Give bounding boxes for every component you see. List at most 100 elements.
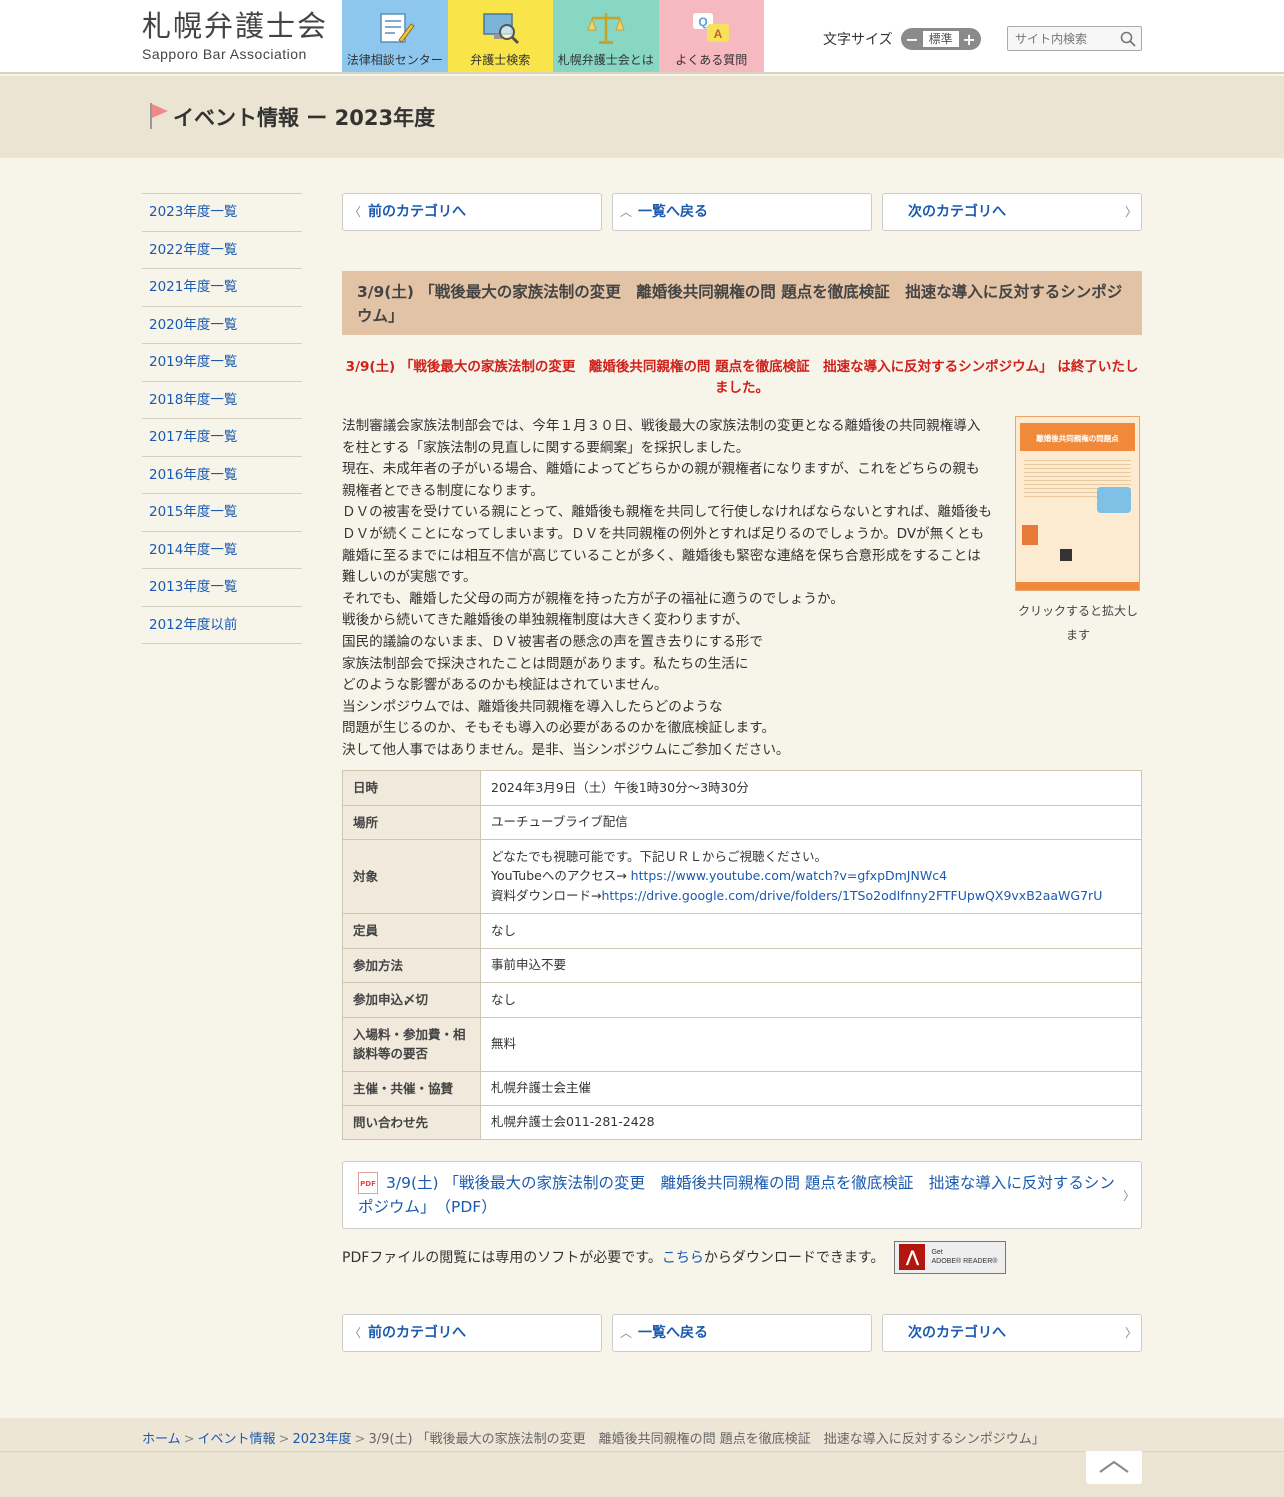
download-line: 資料ダウンロード→https://drive.google.com/drive/…: [491, 886, 1131, 906]
pdf-note-prefix: PDFファイルの閲覧には専用のソフトが必要です。: [342, 1250, 662, 1266]
monitor-search-icon: [483, 13, 520, 45]
sidebar-item-2014[interactable]: 2014年度一覧: [142, 532, 302, 569]
fee-label: 入場料・参加費・相談料等の要否: [342, 1016, 481, 1072]
pdf-download-link[interactable]: PDF 3/9(土) 「戦後最大の家族法制の変更 離婚後共同親権の問 題点を徹底検…: [342, 1160, 1142, 1229]
site-header: 札幌弁護士会 Sapporo Bar Association 法律相談センター …: [0, 0, 1284, 74]
next-category-button[interactable]: 次のカテゴリへ: [882, 193, 1142, 231]
page-title: イベント情報 ー 2023年度: [173, 106, 436, 130]
font-size-switcher: − 標準 +: [900, 28, 981, 50]
breadcrumb: ホーム > イベント情報 >2023年度 >3/9(土) 「戦後最大の家族法制の変更 離…: [142, 1428, 1045, 1447]
nav-legal-consultation[interactable]: 法律相談センター: [342, 0, 448, 72]
nav-about-association[interactable]: 札幌弁護士会とは: [553, 0, 659, 72]
date-value: 2024年3月9日（土）午後1時30分〜3時30分: [480, 769, 1142, 806]
font-size-control: 文字サイズ − 標準 +: [823, 28, 981, 50]
qa-bubble-icon: Q A: [693, 13, 730, 42]
contact-label: 問い合わせ先: [342, 1104, 481, 1140]
sidebar-item-2016[interactable]: 2016年度一覧: [142, 457, 302, 494]
body-paragraph: 当シンポジウムでは、離婚後共同親権を導入したらどのような: [342, 698, 723, 715]
table-row: 参加方法 事前申込不要: [342, 947, 1142, 983]
breadcrumb-separator: >: [354, 1432, 366, 1447]
nav-faq[interactable]: Q A よくある質問: [658, 0, 764, 72]
poster-thumbnail[interactable]: 離婚後共同親権の問題点 クリックすると拡大します: [1014, 416, 1142, 647]
target-description: どなたでも視聴可能です。下記ＵＲＬからご視聴ください。: [491, 848, 828, 864]
adobe-reader-icon: ⋀: [899, 1244, 926, 1270]
svg-text:Q: Q: [699, 15, 708, 29]
adobe-text: Get ADOBE® READER®: [931, 1248, 997, 1266]
table-row: 問い合わせ先 札幌弁護士会011-281-2428: [342, 1104, 1142, 1140]
back-to-list-button[interactable]: 一覧へ戻る: [612, 193, 872, 231]
table-row: 日時 2024年3月9日（土）午後1時30分〜3時30分: [342, 769, 1142, 806]
font-standard-button[interactable]: 標準: [922, 31, 959, 47]
fee-value: 無料: [480, 1016, 1142, 1072]
breadcrumb-home[interactable]: ホーム: [142, 1432, 181, 1447]
next-category-button[interactable]: 次のカテゴリへ: [882, 1313, 1142, 1352]
pdf-icon: PDF: [358, 1171, 378, 1194]
method-label: 参加方法: [342, 947, 481, 983]
pdf-note-suffix: からダウンロードできます。: [703, 1250, 885, 1266]
date-label: 日時: [342, 769, 481, 806]
poster-image[interactable]: 離婚後共同親権の問題点: [1015, 416, 1140, 591]
flag-icon: [150, 103, 168, 129]
nav-lawyer-search[interactable]: 弁護士検索: [447, 0, 553, 72]
sidebar-item-2022[interactable]: 2022年度一覧: [142, 232, 302, 269]
sidebar-item-2012-earlier[interactable]: 2012年度以前: [142, 607, 302, 644]
prev-category-button[interactable]: 前のカテゴリへ: [342, 193, 602, 231]
sidebar-item-2013[interactable]: 2013年度一覧: [142, 569, 302, 607]
sidebar-item-2019[interactable]: 2019年度一覧: [142, 344, 302, 382]
sidebar-item-2018[interactable]: 2018年度一覧: [142, 382, 302, 419]
body-paragraph: それでも、離婚した父母の両方が親権を持った方が子の福祉に適うのでしょうか。: [342, 590, 844, 607]
target-value: どなたでも視聴可能です。下記ＵＲＬからご視聴ください。 YouTubeへのアクセ…: [480, 838, 1142, 914]
search-icon[interactable]: [1120, 31, 1136, 47]
svg-text:A: A: [714, 27, 723, 41]
table-row: 主催・共催・協賛 札幌弁護士会主催: [342, 1070, 1142, 1106]
nav-label: 札幌弁護士会とは: [557, 53, 654, 67]
youtube-link[interactable]: https://www.youtube.com/watch?v=gfxpDmJN…: [631, 868, 947, 883]
document-pen-icon: [380, 13, 415, 43]
nav-label: よくある質問: [675, 53, 748, 67]
capacity-value: なし: [480, 912, 1142, 949]
font-increase-button[interactable]: +: [960, 30, 978, 48]
sidebar-item-2020[interactable]: 2020年度一覧: [142, 307, 302, 344]
site-logo[interactable]: 札幌弁護士会 Sapporo Bar Association: [142, 10, 332, 62]
sidebar-item-2021[interactable]: 2021年度一覧: [142, 269, 302, 307]
nav-label: 法律相談センター: [346, 53, 443, 67]
back-to-list-button[interactable]: 一覧へ戻る: [612, 1313, 872, 1352]
body-paragraph: 家族法制部会で採決されたことは問題があります。私たちの生活に: [342, 655, 749, 672]
download-link[interactable]: https://drive.google.com/drive/folders/1…: [601, 888, 1102, 903]
breadcrumb-events[interactable]: イベント情報: [198, 1432, 276, 1447]
sidebar-item-2015[interactable]: 2015年度一覧: [142, 494, 302, 532]
method-value: 事前申込不要: [480, 947, 1142, 983]
search-input[interactable]: [1008, 27, 1118, 50]
body-paragraph: 決して他人事ではありません。是非、当シンポジウムにご参加ください。: [342, 741, 790, 758]
sidebar-item-2023[interactable]: 2023年度一覧: [142, 194, 302, 232]
host-value: 札幌弁護士会主催: [480, 1070, 1142, 1106]
poster-title-band: 離婚後共同親権の問題点: [1020, 423, 1135, 451]
sidebar-item-2017[interactable]: 2017年度一覧: [142, 419, 302, 457]
body-paragraph: 国民的議論のないまま、ＤＶ被害者の懸念の声を置き去りにする形で: [342, 633, 763, 650]
youtube-line: YouTubeへのアクセス→ https://www.youtube.com/w…: [491, 866, 1131, 886]
event-heading: 3/9(土) 「戦後最大の家族法制の変更 離婚後共同親権の問 題点を徹底検証 拙…: [342, 271, 1142, 335]
reader-download-link[interactable]: こちら: [662, 1247, 704, 1267]
font-decrease-button[interactable]: −: [903, 30, 921, 48]
breadcrumb-bar: ホーム > イベント情報 >2023年度 >3/9(土) 「戦後最大の家族法制の変更 離…: [0, 1418, 1284, 1452]
scales-icon: [587, 13, 625, 44]
poster-title: 離婚後共同親権の問題点: [1036, 434, 1119, 443]
year-sidebar: 2023年度一覧 2022年度一覧 2021年度一覧 2020年度一覧 2019…: [142, 193, 302, 644]
pdf-reader-note: PDFファイルの閲覧には専用のソフトが必要です。 こちら からダウンロードできます。…: [342, 1240, 1142, 1274]
prev-category-button[interactable]: 前のカテゴリへ: [342, 1313, 602, 1352]
poster-illustration: [1097, 487, 1131, 513]
category-pager-top: 前のカテゴリへ 一覧へ戻る 次のカテゴリへ: [342, 193, 1142, 231]
main-content: 前のカテゴリへ 一覧へ戻る 次のカテゴリへ 3/9(土) 「戦後最大の家族法制の…: [342, 193, 1142, 1352]
breadcrumb-year[interactable]: 2023年度: [292, 1432, 351, 1447]
table-row: 対象 どなたでも視聴可能です。下記ＵＲＬからご視聴ください。 YouTubeへの…: [342, 838, 1142, 914]
chevron-up-icon: [1099, 1460, 1129, 1473]
get-adobe-reader-button[interactable]: ⋀ Get ADOBE® READER®: [894, 1240, 1007, 1274]
body-paragraph: どのような影響があるのかも検証はされていません。: [342, 677, 668, 694]
body-paragraph: 問題が生じるのか、そもそも導入の必要があるのかを徹底検証します。: [342, 720, 776, 737]
contact-value: 札幌弁護士会011-281-2428: [480, 1104, 1142, 1140]
table-row: 参加申込〆切 なし: [342, 981, 1142, 1018]
page-top-button[interactable]: [1086, 1451, 1142, 1484]
poster-caption: クリックすると拡大します: [1017, 604, 1138, 642]
download-prefix: 資料ダウンロード→: [491, 887, 602, 903]
logo-japanese: 札幌弁護士会: [142, 9, 329, 43]
